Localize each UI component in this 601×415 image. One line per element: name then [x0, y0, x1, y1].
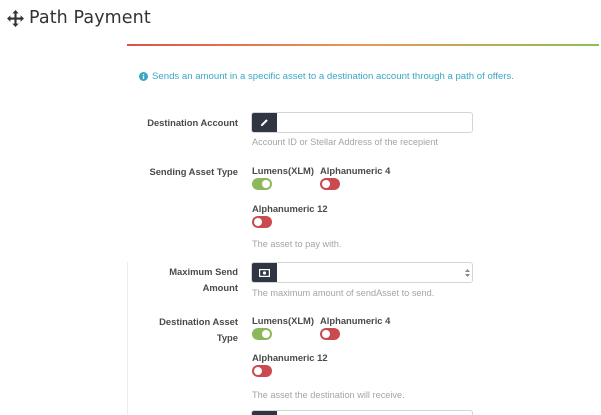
pencil-addon [252, 113, 277, 132]
money-addon [252, 263, 277, 282]
sending-asset-option-alphanum4[interactable]: Alphanumeric 4 [320, 165, 390, 190]
destination-asset-type-label: Destination Asset Type [120, 314, 238, 346]
pencil-icon [260, 119, 268, 127]
toggle-switch[interactable] [252, 216, 272, 228]
destination-asset-option-alphanum4[interactable]: Alphanumeric 4 [320, 315, 390, 340]
page-header: Path Payment [7, 8, 151, 28]
destination-account-help: Account ID or Stellar Address of the rec… [252, 137, 438, 147]
option-label: Alphanumeric 12 [252, 352, 328, 363]
info-message: Sends an amount in a specific asset to a… [139, 71, 514, 82]
destination-asset-option-alphanum12[interactable]: Alphanumeric 12 [252, 352, 328, 377]
option-label: Alphanumeric 12 [252, 203, 328, 214]
option-label: Alphanumeric 4 [320, 315, 391, 326]
sending-asset-type-label: Sending Asset Type [149, 166, 238, 177]
sending-asset-option-xlm[interactable]: Lumens(XLM) [252, 165, 314, 190]
maximum-send-amount-group [251, 262, 473, 283]
info-circle-icon [139, 72, 148, 81]
toggle-switch[interactable] [252, 365, 272, 377]
label-line: Amount [202, 282, 238, 293]
money-icon [259, 268, 270, 277]
destination-account-label: Destination Account [147, 117, 238, 128]
next-field-addon [252, 411, 277, 415]
toggle-switch[interactable] [252, 328, 272, 340]
label-line: Maximum Send [169, 266, 238, 277]
next-field-group [251, 410, 473, 415]
toggle-switch[interactable] [320, 328, 340, 340]
option-label: Lumens(XLM) [252, 315, 314, 326]
info-text: Sends an amount in a specific asset to a… [152, 71, 514, 82]
destination-account-input[interactable] [277, 113, 472, 132]
maximum-send-amount-label: Maximum Send Amount [120, 264, 238, 296]
maximum-send-amount-help: The maximum amount of sendAsset to send. [252, 288, 435, 298]
sending-asset-help: The asset to pay with. [252, 239, 342, 249]
option-label: Alphanumeric 4 [320, 165, 391, 176]
spinner-arrows-icon[interactable] [464, 268, 470, 277]
destination-asset-option-xlm[interactable]: Lumens(XLM) [252, 315, 314, 340]
label-line: Destination Asset [159, 316, 238, 327]
number-spinner[interactable] [462, 263, 472, 282]
header-divider [127, 44, 599, 46]
page-title: Path Payment [29, 8, 151, 28]
toggle-switch[interactable] [320, 178, 340, 190]
destination-asset-help: The asset the destination will receive. [252, 390, 405, 400]
option-label: Lumens(XLM) [252, 165, 314, 176]
label-line: Type [216, 332, 238, 343]
sending-asset-option-alphanum12[interactable]: Alphanumeric 12 [252, 203, 328, 228]
move-arrows-icon [7, 9, 24, 27]
maximum-send-amount-input[interactable] [277, 263, 462, 282]
toggle-switch[interactable] [252, 178, 272, 190]
destination-account-group [251, 112, 473, 133]
